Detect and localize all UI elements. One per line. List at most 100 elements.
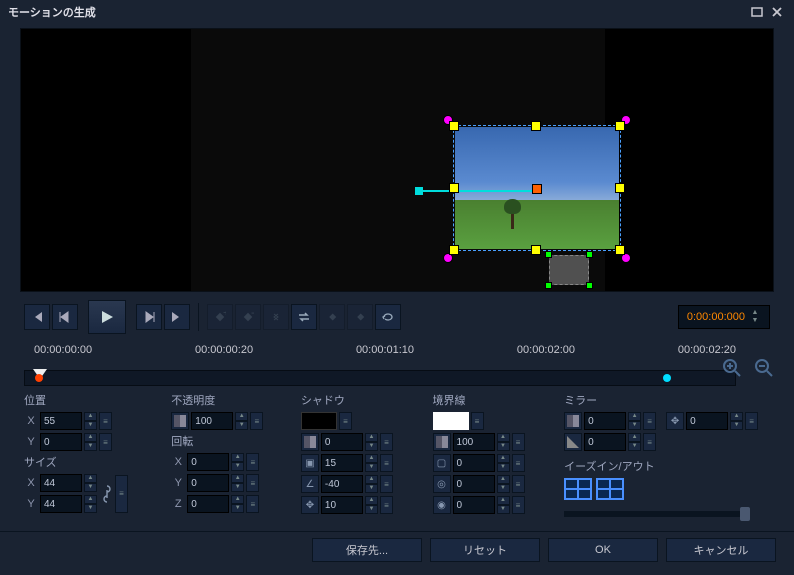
ghost-handle-bl[interactable] (545, 282, 552, 289)
pos-x-down[interactable]: ▼ (84, 421, 97, 430)
resize-handle-tr[interactable] (615, 121, 625, 131)
tc-down[interactable]: ▼ (749, 317, 761, 325)
size-menu[interactable]: ≡ (115, 475, 128, 513)
m2-menu[interactable]: ≡ (643, 433, 656, 451)
rz-up[interactable]: ▲ (231, 495, 244, 504)
rot-z-input[interactable] (187, 495, 229, 513)
size-link-icon[interactable] (99, 479, 115, 509)
shadow-angle-input[interactable] (321, 475, 363, 493)
play-button[interactable] (88, 300, 126, 334)
border-color-swatch[interactable] (433, 412, 469, 430)
br-up[interactable]: ▲ (497, 496, 510, 505)
border-width-input[interactable] (453, 454, 495, 472)
kf-loop-button[interactable] (375, 304, 401, 330)
mm-up[interactable]: ▲ (730, 412, 743, 421)
keyframe-start[interactable] (35, 374, 43, 382)
maximize-button[interactable] (748, 4, 766, 20)
shadow-opacity-input[interactable] (321, 433, 363, 451)
ok-button[interactable]: OK (548, 538, 658, 562)
size-y-input[interactable] (40, 495, 82, 513)
tc-up[interactable]: ▲ (749, 309, 761, 317)
rot-x-input[interactable] (187, 453, 229, 471)
ghost-handle-tl[interactable] (545, 251, 552, 258)
ghost-handle-br[interactable] (586, 282, 593, 289)
sy-down[interactable]: ▼ (84, 504, 97, 513)
shd-down[interactable]: ▼ (365, 463, 378, 472)
sho-down[interactable]: ▼ (365, 442, 378, 451)
sho-up[interactable]: ▲ (365, 433, 378, 442)
sha-menu[interactable]: ≡ (380, 475, 393, 493)
bw-menu[interactable]: ≡ (512, 454, 525, 472)
sx-down[interactable]: ▼ (84, 483, 97, 492)
br-menu[interactable]: ≡ (512, 496, 525, 514)
pos-y-input[interactable] (40, 433, 82, 451)
zoom-in-button[interactable] (722, 358, 742, 378)
timeline-track[interactable] (24, 370, 736, 386)
mirror-v2-input[interactable] (584, 433, 626, 451)
rz-down[interactable]: ▼ (231, 504, 244, 513)
shadow-spread-input[interactable] (321, 496, 363, 514)
goto-end-button[interactable] (164, 304, 190, 330)
ease-preset-1[interactable] (564, 478, 592, 500)
keyframe-end[interactable] (663, 374, 671, 382)
m1-up[interactable]: ▲ (628, 412, 641, 421)
bw-down[interactable]: ▼ (497, 463, 510, 472)
bs-up[interactable]: ▲ (497, 475, 510, 484)
kf-next-button[interactable] (347, 304, 373, 330)
sha-down[interactable]: ▼ (365, 484, 378, 493)
bo-up[interactable]: ▲ (497, 433, 510, 442)
save-button[interactable]: 保存先... (312, 538, 422, 562)
mirror-move-input[interactable] (686, 412, 728, 430)
opacity-input[interactable] (191, 412, 233, 430)
op-menu[interactable]: ≡ (250, 412, 263, 430)
shs-up[interactable]: ▲ (365, 496, 378, 505)
resize-handle-l[interactable] (449, 183, 459, 193)
ry-down[interactable]: ▼ (231, 483, 244, 492)
resize-handle-b[interactable] (531, 245, 541, 255)
br-down[interactable]: ▼ (497, 505, 510, 514)
prev-frame-button[interactable] (52, 304, 78, 330)
sy-up[interactable]: ▲ (84, 495, 97, 504)
shs-menu[interactable]: ≡ (380, 496, 393, 514)
kf-swap-button[interactable] (291, 304, 317, 330)
close-button[interactable] (768, 4, 786, 20)
sha-up[interactable]: ▲ (365, 475, 378, 484)
kf-remove-button[interactable]: - (235, 304, 261, 330)
size-x-input[interactable] (40, 474, 82, 492)
pos-y-up[interactable]: ▲ (84, 433, 97, 442)
preview-canvas[interactable] (20, 28, 774, 292)
op-down[interactable]: ▼ (235, 421, 248, 430)
resize-handle-br[interactable] (615, 245, 625, 255)
ease-preset-2[interactable] (596, 478, 624, 500)
shadow-color-swatch[interactable] (301, 412, 337, 430)
resize-handle-tl[interactable] (449, 121, 459, 131)
shadow-distance-input[interactable] (321, 454, 363, 472)
next-frame-button[interactable] (136, 304, 162, 330)
rz-menu[interactable]: ≡ (246, 495, 259, 513)
mirror-v1-input[interactable] (584, 412, 626, 430)
reset-button[interactable]: リセット (430, 538, 540, 562)
rx-up[interactable]: ▲ (231, 453, 244, 462)
ease-slider[interactable] (564, 511, 748, 517)
shd-menu[interactable]: ≡ (380, 454, 393, 472)
rot-y-input[interactable] (187, 474, 229, 492)
kf-reverse-button[interactable] (263, 304, 289, 330)
pos-y-down[interactable]: ▼ (84, 442, 97, 451)
kf-prev-button[interactable] (319, 304, 345, 330)
timecode-display[interactable]: 0:00:00:000 ▲▼ (678, 305, 770, 329)
timeline[interactable]: 00:00:00:00 00:00:00:20 00:00:01:10 00:0… (20, 344, 774, 388)
mm-menu[interactable]: ≡ (745, 412, 758, 430)
zoom-out-button[interactable] (754, 358, 774, 378)
m1-down[interactable]: ▼ (628, 421, 641, 430)
bs-menu[interactable]: ≡ (512, 475, 525, 493)
pos-x-input[interactable] (40, 412, 82, 430)
cancel-button[interactable]: キャンセル (666, 538, 776, 562)
pos-y-menu[interactable]: ≡ (99, 433, 112, 451)
bs-down[interactable]: ▼ (497, 484, 510, 493)
ry-menu[interactable]: ≡ (246, 474, 259, 492)
resize-handle-bl[interactable] (449, 245, 459, 255)
m1-menu[interactable]: ≡ (643, 412, 656, 430)
border-opacity-input[interactable] (453, 433, 495, 451)
m2-down[interactable]: ▼ (628, 442, 641, 451)
kf-add-button[interactable]: + (207, 304, 233, 330)
